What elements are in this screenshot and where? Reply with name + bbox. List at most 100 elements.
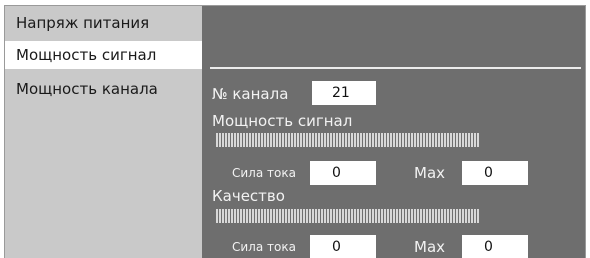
meter-segment xyxy=(477,133,479,147)
meter-segment xyxy=(423,209,425,223)
meter-segment xyxy=(426,133,428,147)
meter-segment xyxy=(216,133,218,147)
meter-segment xyxy=(234,133,236,147)
meter-segment xyxy=(387,133,389,147)
meter-segment xyxy=(282,209,284,223)
meter-segment xyxy=(312,209,314,223)
meter-segment xyxy=(288,133,290,147)
meter-segment xyxy=(408,209,410,223)
meter-segment xyxy=(393,133,395,147)
meter-segment xyxy=(285,209,287,223)
meter-segment xyxy=(222,209,224,223)
meter-segment xyxy=(237,209,239,223)
meter-segment xyxy=(402,209,404,223)
meter-segment xyxy=(456,209,458,223)
signal-max-field: 0 xyxy=(462,161,528,185)
meter-segment xyxy=(339,209,341,223)
signal-power-meter xyxy=(216,133,479,147)
meter-segment xyxy=(342,133,344,147)
meter-segment xyxy=(333,209,335,223)
meter-segment xyxy=(297,133,299,147)
meter-segment xyxy=(396,133,398,147)
meter-segment xyxy=(249,133,251,147)
meter-segment xyxy=(417,209,419,223)
meter-segment xyxy=(219,133,221,147)
meter-segment xyxy=(216,209,218,223)
meter-segment xyxy=(474,133,476,147)
menu-item-signal-power[interactable]: Мощность сигнал xyxy=(5,41,203,69)
meter-segment xyxy=(279,209,281,223)
signal-max-label: Max xyxy=(414,164,446,182)
meter-segment xyxy=(264,209,266,223)
meter-segment xyxy=(249,209,251,223)
meter-segment xyxy=(327,133,329,147)
meter-segment xyxy=(363,133,365,147)
meter-segment xyxy=(351,133,353,147)
menu-item-channel-power[interactable]: Мощность канала xyxy=(5,76,202,102)
meter-segment xyxy=(333,133,335,147)
meter-segment xyxy=(417,133,419,147)
meter-segment xyxy=(285,133,287,147)
meter-segment xyxy=(465,133,467,147)
meter-segment xyxy=(369,209,371,223)
content-panel: № канала 21 Мощность сигнал Сила тока 0 … xyxy=(202,6,585,258)
meter-segment xyxy=(246,209,248,223)
meter-segment xyxy=(405,133,407,147)
meter-segment xyxy=(315,209,317,223)
meter-segment xyxy=(390,209,392,223)
meter-segment xyxy=(342,209,344,223)
meter-segment xyxy=(231,209,233,223)
meter-segment xyxy=(237,133,239,147)
meter-segment xyxy=(225,209,227,223)
meter-segment xyxy=(255,209,257,223)
meter-segment xyxy=(240,133,242,147)
signal-current-field: 0 xyxy=(310,161,376,185)
meter-segment xyxy=(354,133,356,147)
meter-segment xyxy=(414,133,416,147)
meter-segment xyxy=(300,209,302,223)
meter-segment xyxy=(330,133,332,147)
meter-segment xyxy=(291,133,293,147)
meter-segment xyxy=(228,209,230,223)
meter-segment xyxy=(432,133,434,147)
meter-segment xyxy=(438,133,440,147)
meter-segment xyxy=(423,133,425,147)
meter-segment xyxy=(255,133,257,147)
meter-segment xyxy=(252,209,254,223)
meter-segment xyxy=(426,209,428,223)
meter-segment xyxy=(360,133,362,147)
meter-segment xyxy=(321,133,323,147)
meter-segment xyxy=(294,209,296,223)
meter-segment xyxy=(279,133,281,147)
meter-segment xyxy=(408,133,410,147)
meter-segment xyxy=(378,133,380,147)
sidebar-menu: Напряж питания Мощность сигнал Мощность … xyxy=(5,6,203,258)
menu-item-power-voltage[interactable]: Напряж питания xyxy=(5,10,202,36)
meter-segment xyxy=(420,133,422,147)
quality-current-field: 0 xyxy=(310,235,376,258)
meter-segment xyxy=(453,209,455,223)
meter-segment xyxy=(375,209,377,223)
meter-segment xyxy=(366,209,368,223)
meter-segment xyxy=(357,209,359,223)
meter-segment xyxy=(291,209,293,223)
meter-segment xyxy=(330,209,332,223)
meter-segment xyxy=(252,133,254,147)
signal-current-label: Сила тока xyxy=(232,166,296,180)
meter-segment xyxy=(405,209,407,223)
meter-segment xyxy=(273,133,275,147)
meter-segment xyxy=(411,133,413,147)
meter-segment xyxy=(462,209,464,223)
meter-segment xyxy=(459,133,461,147)
meter-segment xyxy=(303,209,305,223)
meter-segment xyxy=(459,209,461,223)
meter-segment xyxy=(309,209,311,223)
channel-input[interactable]: 21 xyxy=(312,81,376,105)
settings-frame: Напряж питания Мощность сигнал Мощность … xyxy=(4,5,586,258)
quality-current-label: Сила тока xyxy=(232,240,296,254)
meter-segment xyxy=(474,209,476,223)
meter-segment xyxy=(243,209,245,223)
meter-segment xyxy=(345,133,347,147)
meter-segment xyxy=(399,133,401,147)
quality-title: Качество xyxy=(212,187,285,205)
